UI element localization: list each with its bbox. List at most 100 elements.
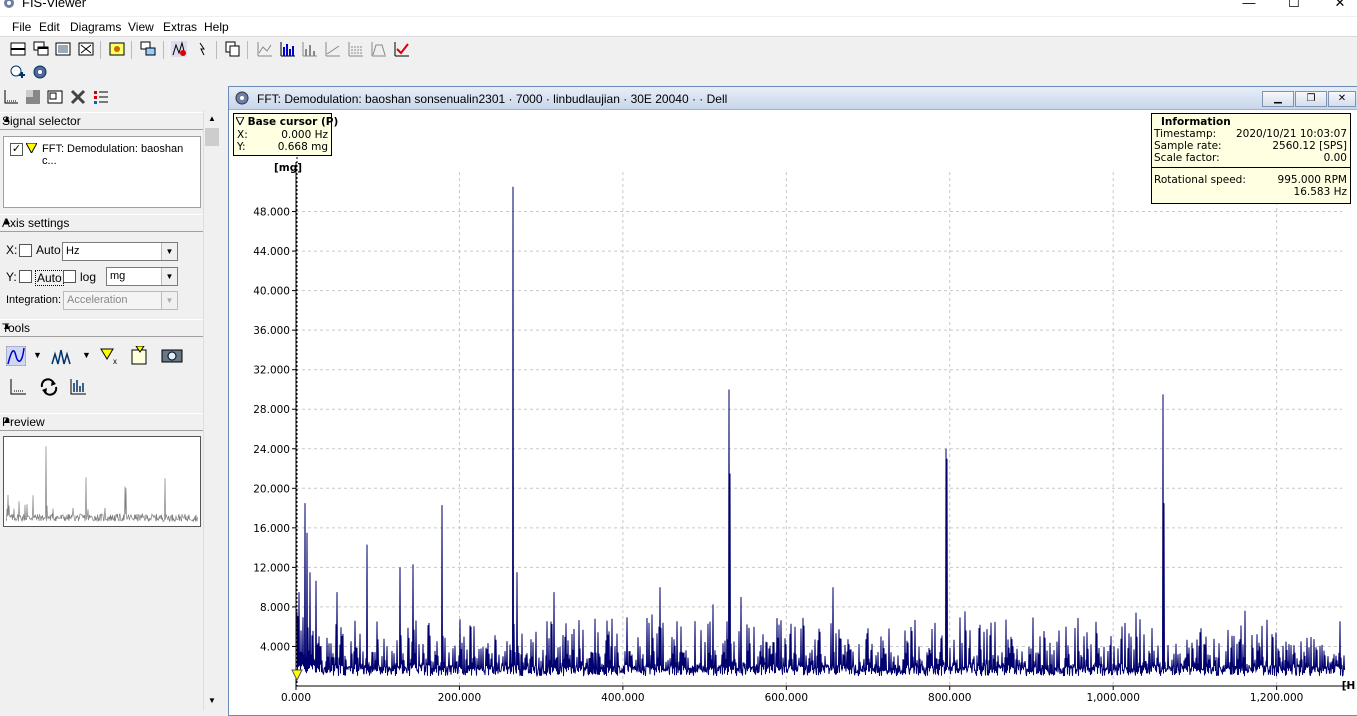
y-tick-label: 8.000 — [260, 602, 290, 614]
layout-icon[interactable] — [140, 41, 156, 57]
chart-minimize-button[interactable]: ▁ — [1262, 91, 1294, 107]
collapse-icon[interactable]: ▲ — [2, 216, 199, 227]
scroll-down-icon[interactable]: ▼ — [205, 694, 219, 708]
pointer-icon[interactable] — [194, 41, 210, 57]
cursor-x-label: X: — [237, 129, 248, 141]
list-icon[interactable] — [93, 89, 109, 105]
maximize-button[interactable]: ☐ — [1286, 0, 1302, 11]
x-unit-select[interactable]: Hz ▼ — [62, 242, 178, 261]
frame-icon[interactable] — [47, 89, 63, 105]
y-auto-label: Auto — [35, 270, 64, 286]
bar-chart-icon[interactable] — [302, 41, 318, 57]
window-title: FIS-Viewer — [22, 0, 87, 10]
sample-rate-label: Sample rate: — [1154, 140, 1222, 152]
y-tick-label: 4.000 — [260, 641, 290, 653]
y-tick-label: 28.000 — [253, 404, 290, 416]
axis-zoom-icon[interactable] — [8, 377, 28, 397]
harmonic-tool-icon[interactable] — [50, 346, 72, 366]
menu-diagrams[interactable]: Diagrams — [70, 20, 121, 34]
menu-bar: File Edit Diagrams View Extras Help — [0, 17, 1357, 37]
signal-checkbox[interactable]: ✓ — [10, 143, 23, 156]
marker-list-icon[interactable] — [130, 346, 150, 366]
cursor-tool-icon[interactable] — [171, 41, 187, 57]
y-log-label: log — [80, 270, 97, 284]
signal-settings-icon[interactable] — [32, 64, 48, 80]
panel-scrollbar[interactable]: ▲ ▼ — [203, 110, 221, 710]
chart-restore-button[interactable]: ❐ — [1295, 91, 1327, 107]
signal-item-label[interactable]: FFT: Demodulation: baoshan c... — [42, 143, 200, 167]
cursor-marker-icon — [235, 116, 245, 127]
collapse-icon[interactable]: ▲ — [2, 415, 199, 426]
autoscale-icon[interactable] — [68, 377, 88, 397]
rotational-speed-label: Rotational speed: — [1154, 174, 1246, 186]
toolbar-separator — [163, 41, 164, 59]
integration-value: Acceleration — [67, 294, 128, 306]
panel-toolbar — [0, 87, 203, 109]
preview-box[interactable] — [3, 436, 201, 527]
refresh-icon[interactable] — [38, 377, 60, 397]
toolbar-separator — [131, 41, 132, 59]
information-box[interactable]: Information Timestamp: 2020/10/21 10:03:… — [1151, 113, 1351, 204]
properties-icon[interactable] — [109, 41, 125, 57]
scale-factor-label: Scale factor: — [1154, 152, 1220, 164]
base-cursor-title: Base cursor (P) — [247, 116, 339, 128]
tools-icon[interactable] — [70, 89, 86, 105]
cursor-x-icon[interactable]: x — [100, 347, 120, 365]
chevron-down-icon[interactable]: ▼ — [82, 350, 91, 360]
spectrum-trace — [296, 186, 1345, 678]
trend-chart-icon[interactable] — [325, 41, 341, 57]
close-button[interactable]: ✕ — [1332, 0, 1348, 11]
scroll-thumb[interactable] — [205, 128, 219, 146]
preview-header[interactable]: Preview ▲ — [0, 413, 203, 431]
chevron-down-icon[interactable]: ▼ — [161, 292, 177, 309]
signal-selector-header[interactable]: Signal selector ▲ — [0, 112, 203, 130]
y-tick-label: 44.000 — [253, 246, 290, 258]
tools-header[interactable]: Tools ▲ — [0, 319, 203, 337]
window-icon[interactable] — [55, 41, 71, 57]
chart-window-title: FFT: Demodulation: baoshan sonsenualin23… — [257, 92, 728, 106]
y-unit-select[interactable]: mg ▼ — [106, 267, 178, 286]
curve-tool-icon[interactable] — [6, 346, 26, 366]
toolbar-separator — [247, 41, 248, 59]
copy-icon[interactable] — [225, 41, 241, 57]
y-tick-label: 48.000 — [253, 207, 290, 219]
chevron-down-icon[interactable]: ▼ — [161, 243, 177, 260]
menu-file[interactable]: File — [12, 20, 31, 34]
collapse-icon[interactable]: ▲ — [2, 321, 199, 332]
y-log-checkbox[interactable] — [63, 270, 76, 283]
x-auto-checkbox[interactable] — [19, 244, 32, 257]
axis-icon[interactable] — [3, 89, 19, 105]
app-title-bar: FIS-Viewer — ☐ ✕ — [0, 0, 1357, 16]
menu-extras[interactable]: Extras — [163, 20, 197, 34]
axis-settings-header[interactable]: Axis settings ▲ — [0, 214, 203, 232]
envelope-chart-icon[interactable] — [371, 41, 387, 57]
line-chart-icon[interactable] — [257, 41, 273, 57]
collapse-icon[interactable]: ▲ — [2, 114, 199, 125]
fit-window-icon[interactable] — [78, 41, 94, 57]
menu-help[interactable]: Help — [204, 20, 229, 34]
minimize-button[interactable]: — — [1241, 0, 1257, 11]
chart-close-button[interactable]: ✕ — [1328, 91, 1356, 107]
menu-view[interactable]: View — [128, 20, 154, 34]
chevron-down-icon[interactable]: ▼ — [161, 268, 177, 285]
spectrum-chart-icon[interactable] — [280, 41, 296, 57]
add-signal-icon[interactable] — [9, 64, 25, 80]
integration-select[interactable]: Acceleration ▼ — [63, 291, 178, 310]
y-auto-checkbox[interactable] — [19, 270, 32, 283]
y-tick-label: 32.000 — [253, 365, 290, 377]
toolbar-separator — [100, 41, 101, 59]
scroll-up-icon[interactable]: ▲ — [205, 112, 219, 126]
timestamp-label: Timestamp: — [1154, 128, 1217, 140]
check-chart-icon[interactable] — [394, 41, 410, 57]
base-cursor-box[interactable]: Base cursor (P) X: 0.000 Hz Y: 0.668 mg — [233, 113, 338, 156]
rotational-speed-hz: 16.583 Hz — [1293, 186, 1347, 198]
fill-icon[interactable] — [25, 89, 41, 105]
menu-edit[interactable]: Edit — [39, 20, 60, 34]
cascade-windows-icon[interactable] — [33, 41, 49, 57]
svg-text:x: x — [113, 357, 117, 365]
waterfall-chart-icon[interactable] — [348, 41, 364, 57]
chevron-down-icon[interactable]: ▼ — [33, 350, 42, 360]
camera-icon[interactable] — [161, 346, 183, 364]
horizontal-split-icon[interactable] — [10, 41, 26, 57]
info-title: Information — [1161, 116, 1231, 128]
